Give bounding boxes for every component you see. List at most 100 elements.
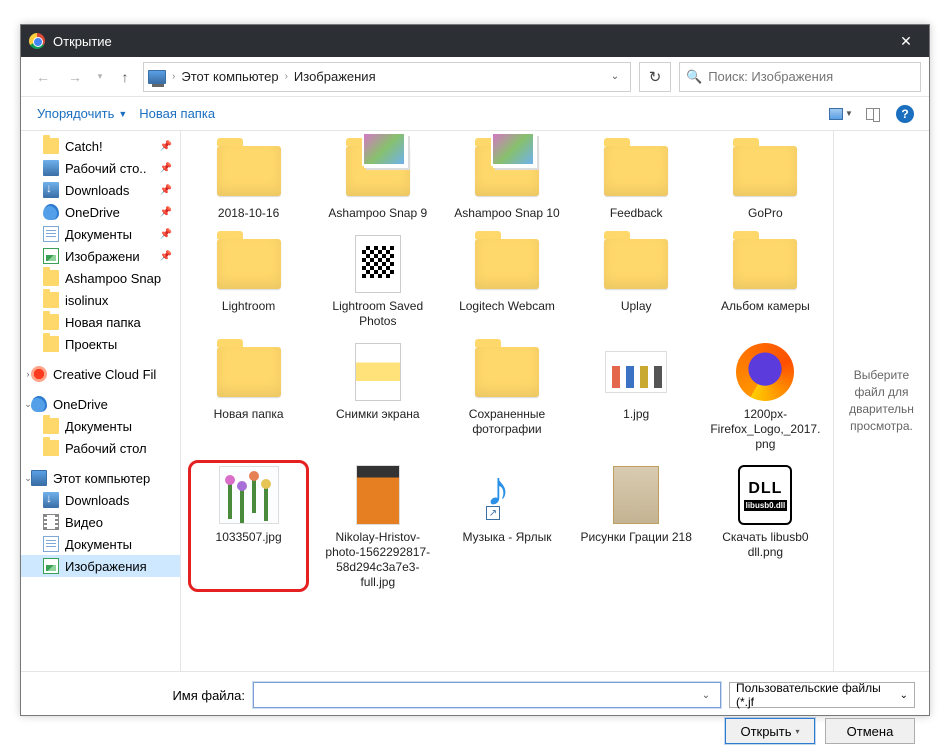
file-item[interactable]: 2018-10-16 xyxy=(185,135,312,226)
tree-item-label: Downloads xyxy=(65,183,129,198)
preview-pane: Выберите файл для дварительн просмотра. xyxy=(833,131,929,671)
tree-item-pics2[interactable]: Изображения xyxy=(21,555,180,577)
tree-item-label: Проекты xyxy=(65,337,117,352)
file-item[interactable]: 1033507.jpg xyxy=(185,459,312,595)
chevron-down-icon: ▾ xyxy=(98,71,103,82)
file-item[interactable]: Ashampoo Snap 10 xyxy=(443,135,570,226)
file-item[interactable]: Ashampoo Snap 9 xyxy=(314,135,441,226)
refresh-icon: ↻ xyxy=(649,68,662,86)
tree-item-label: isolinux xyxy=(65,293,108,308)
file-item[interactable]: Снимки экрана xyxy=(314,336,441,457)
tree-item-label: Рабочий стол xyxy=(65,441,147,456)
breadcrumb-current[interactable]: Изображения xyxy=(294,69,376,84)
file-item-label: Lightroom xyxy=(222,299,275,314)
help-icon: ? xyxy=(896,105,914,123)
file-item-label: 1033507.jpg xyxy=(216,530,282,545)
view-mode-button[interactable]: ▼ xyxy=(827,102,855,126)
file-item[interactable]: Сохраненные фотографии xyxy=(443,336,570,457)
tree-item-ash[interactable]: Ashampoo Snap xyxy=(21,267,180,289)
tree-item-docs2[interactable]: Документы xyxy=(21,533,180,555)
preview-pane-toggle[interactable] xyxy=(859,102,887,126)
file-item[interactable]: GoPro xyxy=(702,135,829,226)
file-item[interactable]: Lightroom xyxy=(185,228,312,334)
pc-icon xyxy=(31,470,47,486)
organize-menu[interactable]: Упорядочить ▼ xyxy=(31,102,133,125)
shortcut-overlay-icon: ↗ xyxy=(486,506,500,520)
tree-item-label: Изображения xyxy=(65,559,147,574)
tree-item-od1[interactable]: OneDrive📌 xyxy=(21,201,180,223)
file-item[interactable]: Новая папка xyxy=(185,336,312,457)
file-item-label: Logitech Webcam xyxy=(459,299,555,314)
close-button[interactable]: ✕ xyxy=(883,25,929,57)
tree-item-cc[interactable]: ›Creative Cloud Fil xyxy=(21,363,180,385)
tree-item-label: Новая папка xyxy=(65,315,141,330)
up-button[interactable]: ↑ xyxy=(111,63,139,91)
folder-icon xyxy=(43,270,59,286)
file-item[interactable]: ↗Музыка - Ярлык xyxy=(443,459,570,595)
address-dropdown[interactable]: ⌄ xyxy=(604,71,626,82)
tree-item-docs1[interactable]: Документы📌 xyxy=(21,223,180,245)
history-dropdown[interactable]: ▾ xyxy=(93,63,107,91)
tree-item-dl2[interactable]: Downloads xyxy=(21,489,180,511)
file-grid-scroll[interactable]: 2018-10-16 Ashampoo Snap 9Ashampoo Snap 1… xyxy=(181,131,833,671)
tree-item-od-docs[interactable]: Документы xyxy=(21,415,180,437)
open-button[interactable]: Открыть ▾ xyxy=(725,718,815,744)
filename-combobox[interactable]: ⌄ xyxy=(253,682,721,708)
tree-item-nf1[interactable]: Новая папка xyxy=(21,311,180,333)
tree-item-catch[interactable]: Catch!📌 xyxy=(21,135,180,157)
breadcrumb-root[interactable]: Этот компьютер xyxy=(181,69,278,84)
file-item[interactable]: Рисунки Грации 218 xyxy=(573,459,700,595)
arrow-left-icon: ← xyxy=(36,69,50,85)
doc-icon xyxy=(43,226,59,242)
address-bar[interactable]: › Этот компьютер › Изображения ⌄ xyxy=(143,62,631,92)
file-item[interactable]: 1200px-Firefox_Logo,_2017.png xyxy=(702,336,829,457)
tree-item-od2[interactable]: ⌄OneDrive xyxy=(21,393,180,415)
file-item[interactable]: DLLlibusb0.dllСкачать libusb0 dll.png xyxy=(702,459,829,595)
filetype-dropdown[interactable]: Пользовательские файлы (*.jf ⌄ xyxy=(729,682,915,708)
file-item-label: Сохраненные фотографии xyxy=(451,407,563,437)
tree-item-label: Ashampoo Snap xyxy=(65,271,161,286)
tree-item-pics1[interactable]: Изображени 📌 xyxy=(21,245,180,267)
cancel-button[interactable]: Отмена xyxy=(825,718,915,744)
folder-thumbnail xyxy=(355,343,401,401)
search-box[interactable]: 🔍 xyxy=(679,62,921,92)
file-item[interactable]: Logitech Webcam xyxy=(443,228,570,334)
image-thumbnail xyxy=(613,466,659,524)
file-item[interactable]: Uplay xyxy=(573,228,700,334)
tree-item-proj[interactable]: Проекты xyxy=(21,333,180,355)
filename-label: Имя файла: xyxy=(35,688,245,703)
back-button[interactable]: ← xyxy=(29,63,57,91)
split-chevron-icon: ▾ xyxy=(796,727,800,736)
refresh-button[interactable]: ↻ xyxy=(639,62,671,92)
nav-tree: Catch!📌Рабочий сто..📌Downloads📌OneDrive📌… xyxy=(21,131,181,671)
forward-button[interactable]: → xyxy=(61,63,89,91)
pic-icon xyxy=(43,558,59,574)
help-button[interactable]: ? xyxy=(891,102,919,126)
file-item[interactable]: Feedback xyxy=(573,135,700,226)
file-item[interactable]: Альбом камеры xyxy=(702,228,829,334)
tree-item-od-desk[interactable]: Рабочий стол xyxy=(21,437,180,459)
onedrive-icon xyxy=(31,396,47,412)
tree-item-label: Изображени xyxy=(65,249,140,264)
tree-item-thispc[interactable]: ⌄Этот компьютер xyxy=(21,467,180,489)
pin-icon: 📌 xyxy=(160,251,176,262)
chevron-down-icon[interactable]: ⌄ xyxy=(696,690,716,701)
tree-item-desktop1[interactable]: Рабочий сто..📌 xyxy=(21,157,180,179)
file-item-label: 2018-10-16 xyxy=(218,206,279,221)
search-input[interactable] xyxy=(708,69,914,84)
tree-item-dl1[interactable]: Downloads📌 xyxy=(21,179,180,201)
folder-icon xyxy=(475,239,539,289)
file-item[interactable]: Nikolay-Hristov-photo-1562292817-58d294c… xyxy=(314,459,441,595)
file-item-label: Feedback xyxy=(610,206,663,221)
tree-item-label: Видео xyxy=(65,515,103,530)
pin-icon: 📌 xyxy=(160,163,176,174)
chevron-right-icon: › xyxy=(172,71,175,82)
file-item[interactable]: Lightroom Saved Photos xyxy=(314,228,441,334)
new-folder-button[interactable]: Новая папка xyxy=(133,102,221,125)
tree-item-iso[interactable]: isolinux xyxy=(21,289,180,311)
tree-item-vid[interactable]: Видео xyxy=(21,511,180,533)
file-item[interactable]: 1.jpg xyxy=(573,336,700,457)
toolbar: Упорядочить ▼ Новая папка ▼ ? xyxy=(21,97,929,131)
search-icon: 🔍 xyxy=(686,69,702,85)
filename-input[interactable] xyxy=(258,688,696,703)
